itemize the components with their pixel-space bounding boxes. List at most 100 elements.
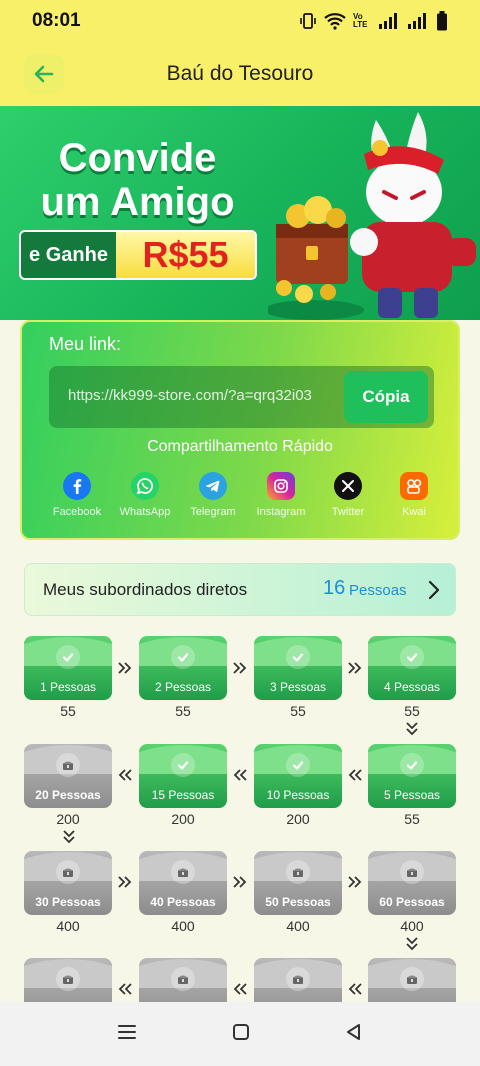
invite-link-card: Meu link: https://kk999-store.com/?a=qrq… — [20, 320, 460, 540]
chevrons-left-icon — [345, 981, 365, 997]
invite-banner[interactable]: Convide um Amigo e Ganhe R$55 — [0, 106, 480, 320]
wifi-icon — [324, 13, 346, 30]
chevrons-left-icon — [345, 767, 365, 783]
chest-label: 20 Pessoas — [35, 788, 101, 802]
link-field[interactable]: https://kk999-store.com/?a=qrq32i03 Cópi… — [49, 366, 434, 428]
chest-2[interactable]: 2 Pessoas — [139, 636, 227, 700]
subordinates-count: 16 — [323, 577, 346, 599]
chevrons-left-icon — [230, 767, 250, 783]
chest-grid: 1 Pessoas 55 2 Pessoas 55 3 Pessoas 55 4… — [0, 636, 480, 1002]
chest-label: 1 Pessoas — [39, 680, 97, 694]
chest-15[interactable]: 15 Pessoas — [139, 744, 227, 808]
arrow-left-icon — [34, 65, 54, 83]
direct-subordinates-bar[interactable]: Meus subordinados diretos 16 Pessoas — [24, 563, 456, 616]
chest-label: 40 Pessoas — [150, 895, 216, 909]
battery-icon — [437, 11, 447, 31]
chest-reward: 55 — [60, 703, 76, 719]
chest-20[interactable]: 20 Pessoas — [24, 744, 112, 808]
facebook-icon — [63, 472, 91, 500]
chevrons-left-icon — [115, 767, 135, 783]
chest-3[interactable]: 3 Pessoas — [254, 636, 342, 700]
home-button[interactable] — [231, 1022, 251, 1047]
chevrons-left-icon — [230, 981, 250, 997]
chevrons-right-icon — [345, 874, 365, 890]
chest-reward: 400 — [56, 918, 80, 934]
chest-reward: 200 — [286, 811, 310, 827]
chest-label: 5 Pessoas — [383, 788, 441, 802]
chest-reward: 400 — [400, 918, 424, 934]
status-bar: 08:01 Vo LTE — [0, 0, 480, 42]
earn-pill: e Ganhe R$55 — [19, 230, 257, 280]
vibrate-icon — [300, 13, 316, 29]
chest-5[interactable]: 5 Pessoas — [368, 744, 456, 808]
page-title: Baú do Tesouro — [166, 62, 314, 85]
chest-row4-3[interactable] — [254, 958, 342, 1002]
chest-label: 15 Pessoas — [151, 788, 215, 802]
volte-label: Vo LTE — [353, 12, 368, 29]
chevrons-down-icon — [59, 829, 79, 845]
chest-label: 30 Pessoas — [35, 895, 101, 909]
chest-50[interactable]: 50 Pessoas — [254, 851, 342, 915]
share-label-kwai: Kwai — [402, 506, 426, 518]
subordinates-unit: Pessoas — [349, 582, 407, 599]
chest-4[interactable]: 4 Pessoas — [368, 636, 456, 700]
link-label: Meu link: — [49, 334, 122, 354]
menu-lines-icon — [118, 1024, 137, 1039]
x-icon — [334, 472, 362, 500]
triangle-back-icon — [346, 1023, 360, 1040]
telegram-icon — [199, 472, 227, 500]
signal-icon — [379, 13, 397, 29]
chest-label: 10 Pessoas — [266, 788, 330, 802]
chest-lock-icon — [400, 860, 424, 884]
banner-title-line2: um Amigo — [40, 180, 235, 224]
check-icon — [286, 645, 310, 669]
kwai-icon — [400, 472, 428, 500]
chest-40[interactable]: 40 Pessoas — [139, 851, 227, 915]
chest-lock-icon — [171, 860, 195, 884]
recent-apps-button[interactable] — [116, 1022, 138, 1047]
chest-reward: 400 — [286, 918, 310, 934]
chest-lock-icon — [286, 967, 310, 991]
link-url[interactable]: https://kk999-store.com/?a=qrq32i03 — [68, 387, 312, 404]
instagram-icon — [267, 472, 295, 500]
copy-button[interactable]: Cópia — [344, 371, 428, 423]
share-row: Facebook WhatsApp Telegram Instagram Twi… — [22, 472, 458, 528]
signal-2-icon — [408, 13, 426, 29]
chest-row4-1[interactable] — [24, 958, 112, 1002]
nav-back-button[interactable] — [344, 1022, 364, 1047]
chevrons-right-icon — [115, 874, 135, 890]
chest-10[interactable]: 10 Pessoas — [254, 744, 342, 808]
status-icons: Vo LTE — [299, 11, 448, 31]
chest-reward: 400 — [171, 918, 195, 934]
chevrons-down-icon — [402, 721, 422, 737]
earn-label: e Ganhe — [29, 243, 108, 266]
share-kwai[interactable]: Kwai — [374, 472, 454, 518]
earn-amount: R$55 — [116, 232, 255, 278]
chest-reward: 55 — [175, 703, 191, 719]
chest-lock-icon — [400, 967, 424, 991]
chest-label: 50 Pessoas — [265, 895, 331, 909]
check-icon — [286, 753, 310, 777]
chest-label: 60 Pessoas — [379, 895, 445, 909]
chevrons-right-icon — [230, 874, 250, 890]
chest-row4-2[interactable] — [139, 958, 227, 1002]
check-icon — [400, 753, 424, 777]
chest-60[interactable]: 60 Pessoas — [368, 851, 456, 915]
square-icon — [232, 1023, 249, 1040]
chest-30[interactable]: 30 Pessoas — [24, 851, 112, 915]
chest-lock-icon — [56, 753, 80, 777]
back-button[interactable] — [24, 54, 64, 94]
chevrons-right-icon — [230, 660, 250, 676]
chest-label: 3 Pessoas — [269, 680, 327, 694]
chest-lock-icon — [56, 860, 80, 884]
quick-share-label: Compartilhamento Rápido — [147, 438, 333, 455]
chest-reward: 55 — [404, 811, 420, 827]
check-icon — [400, 645, 424, 669]
chest-1[interactable]: 1 Pessoas — [24, 636, 112, 700]
chest-reward: 200 — [56, 811, 80, 827]
subordinates-label: Meus subordinados diretos — [43, 580, 248, 599]
chevrons-left-icon — [115, 981, 135, 997]
chest-row4-4[interactable] — [368, 958, 456, 1002]
chest-lock-icon — [286, 860, 310, 884]
chevrons-right-icon — [115, 660, 135, 676]
